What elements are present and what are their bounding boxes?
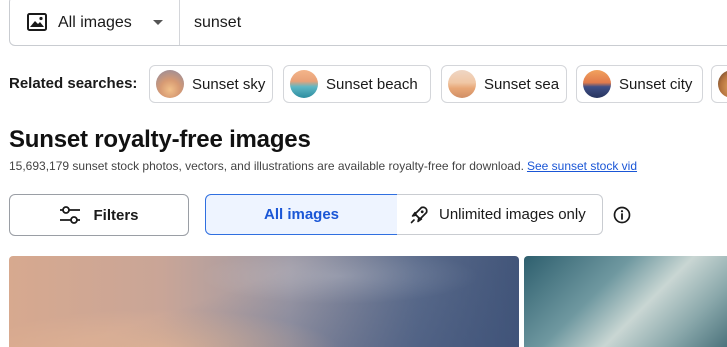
results-count-text: 15,693,179 sunset stock photos, vectors,… bbox=[9, 159, 524, 173]
chip-thumbnail bbox=[583, 70, 611, 98]
result-image[interactable] bbox=[9, 256, 519, 347]
chip-thumbnail bbox=[290, 70, 318, 98]
page-title: Sunset royalty-free images bbox=[9, 126, 311, 153]
related-chip-more[interactable] bbox=[711, 65, 727, 103]
related-chip-sunset-beach[interactable]: Sunset beach bbox=[283, 65, 431, 103]
see-stock-video-link[interactable]: See sunset stock vid bbox=[527, 159, 637, 173]
filters-button[interactable]: Filters bbox=[9, 194, 189, 236]
unlimited-images-toggle[interactable]: Unlimited images only bbox=[397, 194, 603, 235]
chip-label: Sunset city bbox=[619, 75, 693, 93]
related-chip-sunset-sea[interactable]: Sunset sea bbox=[441, 65, 567, 103]
chip-thumbnail bbox=[448, 70, 476, 98]
result-image[interactable] bbox=[524, 256, 727, 347]
related-chip-sunset-sky[interactable]: Sunset sky bbox=[149, 65, 273, 103]
chip-label: Sunset sea bbox=[484, 75, 560, 93]
chip-thumbnail bbox=[718, 70, 727, 98]
chevron-down-icon bbox=[153, 20, 163, 25]
image-icon bbox=[27, 13, 47, 31]
chip-thumbnail bbox=[156, 70, 184, 98]
rocket-icon bbox=[410, 205, 428, 223]
related-chip-sunset-city[interactable]: Sunset city bbox=[576, 65, 703, 103]
search-input[interactable] bbox=[194, 13, 714, 33]
all-images-toggle[interactable]: All images bbox=[205, 194, 398, 235]
chip-label: Sunset sky bbox=[192, 75, 266, 93]
search-bar: All images bbox=[9, 0, 727, 46]
image-type-label: All images bbox=[58, 14, 132, 31]
filters-label: Filters bbox=[93, 206, 139, 224]
image-type-dropdown[interactable]: All images bbox=[10, 0, 180, 45]
unlimited-label: Unlimited images only bbox=[439, 206, 586, 223]
info-icon[interactable] bbox=[613, 206, 631, 224]
related-searches-label: Related searches: bbox=[9, 75, 138, 92]
sliders-icon bbox=[60, 206, 81, 224]
results-description: 15,693,179 sunset stock photos, vectors,… bbox=[9, 159, 637, 173]
chip-label: Sunset beach bbox=[326, 75, 418, 93]
